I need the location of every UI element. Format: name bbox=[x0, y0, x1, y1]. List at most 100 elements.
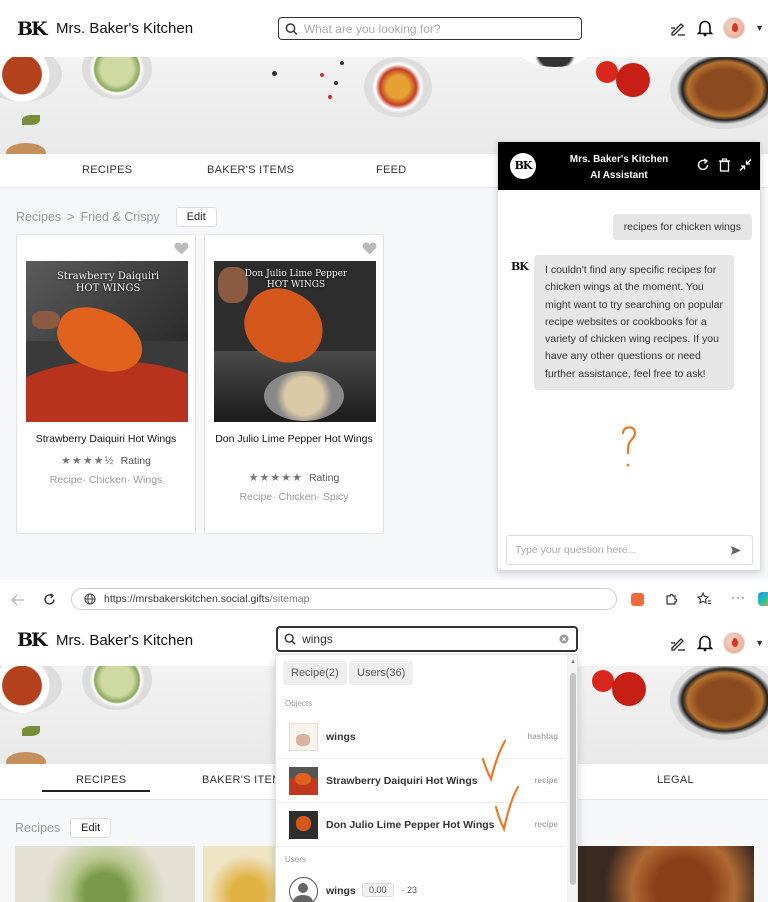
heart-icon[interactable] bbox=[174, 242, 189, 255]
user-avatar[interactable] bbox=[723, 632, 746, 654]
user-result-name[interactable]: wings bbox=[326, 885, 356, 897]
checkmark-annotation bbox=[494, 785, 520, 833]
bell-icon[interactable] bbox=[697, 634, 714, 652]
chat-brand-logo: BK bbox=[510, 153, 536, 179]
user-result-avatar[interactable] bbox=[289, 877, 318, 902]
recipe-rating: ★★★★★ Rating bbox=[205, 471, 383, 484]
chat-title-line1: Mrs. Baker's Kitchen bbox=[569, 154, 669, 165]
result-type: recipe bbox=[534, 776, 558, 785]
nav-legal[interactable]: LEGAL bbox=[657, 774, 694, 786]
refresh-icon[interactable] bbox=[696, 158, 710, 172]
rating-label: Rating bbox=[120, 455, 151, 467]
recipe-tags: Recipe· Chicken· Spicy bbox=[239, 491, 349, 503]
clear-icon[interactable] bbox=[559, 634, 569, 644]
recipe-thumbnail[interactable] bbox=[15, 846, 195, 902]
search-result-hashtag[interactable]: wings hashtag bbox=[276, 715, 566, 759]
bot-avatar-logo: BK bbox=[511, 260, 529, 273]
recipe-thumbnail bbox=[289, 811, 318, 839]
hero-banner bbox=[0, 57, 768, 154]
star-rating: ★★★★★ bbox=[248, 472, 303, 484]
chat-controls bbox=[696, 158, 752, 172]
search-box[interactable] bbox=[278, 17, 582, 40]
user-score-badge: 0.00 bbox=[362, 883, 394, 897]
recipe-thumbnail[interactable] bbox=[203, 846, 277, 902]
search-box[interactable] bbox=[276, 626, 578, 652]
edit-button[interactable]: Edit bbox=[70, 818, 112, 838]
more-options-icon[interactable]: ··· bbox=[731, 590, 746, 604]
recipe-thumbnail[interactable] bbox=[578, 846, 754, 902]
edit-pencil-icon[interactable] bbox=[669, 634, 687, 652]
brand-logo[interactable]: BK bbox=[17, 629, 48, 651]
brand-name[interactable]: Mrs. Baker's Kitchen bbox=[56, 632, 193, 649]
recipe-photo[interactable]: Strawberry Daiquiri HOT WINGS bbox=[26, 261, 188, 422]
breadcrumb-root[interactable]: Recipes bbox=[16, 210, 61, 224]
nav-bakers-items[interactable]: BAKER'S ITEMS bbox=[207, 164, 294, 176]
nav-recipes[interactable]: RECIPES bbox=[76, 774, 126, 786]
extension-icon[interactable] bbox=[631, 593, 644, 606]
search-icon bbox=[285, 22, 298, 35]
active-tab-underline bbox=[42, 790, 150, 792]
collapse-icon[interactable] bbox=[739, 158, 752, 172]
result-label: Don Julio Lime Pepper Hot Wings bbox=[326, 819, 495, 831]
nav-feed[interactable]: FEED bbox=[376, 164, 407, 176]
recipe-rating: ★★★★½ Rating bbox=[17, 454, 195, 467]
user-message: recipes for chicken wings bbox=[612, 214, 752, 240]
browser-toolbar: https://mrsbakerskitchen.social.gifts/si… bbox=[0, 586, 768, 614]
recipe-thumbnail bbox=[289, 767, 318, 795]
nav-recipes[interactable]: RECIPES bbox=[82, 164, 132, 176]
send-icon[interactable] bbox=[730, 545, 742, 556]
dropdown-scrollbar[interactable]: ▲ bbox=[567, 655, 577, 902]
user-avatar[interactable] bbox=[723, 17, 746, 39]
result-label: Strawberry Daiquiri Hot Wings bbox=[326, 775, 478, 787]
address-bar[interactable]: https://mrsbakerskitchen.social.gifts/si… bbox=[71, 588, 617, 610]
ai-assistant-chat: BK Mrs. Baker's Kitchen AI Assistant rec… bbox=[497, 141, 761, 571]
back-arrow-icon[interactable] bbox=[11, 594, 25, 606]
chat-input[interactable] bbox=[515, 544, 715, 556]
scrollbar-thumb[interactable] bbox=[570, 673, 576, 885]
url-host: https://mrsbakerskitchen.social.gifts bbox=[104, 593, 270, 605]
reload-icon[interactable] bbox=[43, 593, 56, 606]
recipe-photo[interactable]: Don Julio Lime Pepper HOT WINGS bbox=[214, 261, 376, 422]
edit-button[interactable]: Edit bbox=[175, 207, 217, 227]
brand-logo[interactable]: BK bbox=[17, 18, 48, 40]
result-label: wings bbox=[326, 731, 356, 743]
search-result-recipe[interactable]: Don Julio Lime Pepper Hot Wings recipe bbox=[276, 803, 566, 847]
search-input[interactable] bbox=[303, 21, 581, 36]
bell-icon[interactable] bbox=[697, 19, 714, 37]
chevron-down-icon[interactable]: ▼ bbox=[755, 23, 764, 33]
search-input[interactable] bbox=[302, 632, 559, 646]
heart-icon[interactable] bbox=[362, 242, 377, 255]
user-follower-count: · 23 bbox=[401, 885, 418, 895]
brand-name[interactable]: Mrs. Baker's Kitchen bbox=[56, 20, 193, 37]
copilot-icon[interactable] bbox=[758, 592, 768, 606]
recipe-title[interactable]: Don Julio Lime Pepper Hot Wings bbox=[213, 431, 375, 448]
puzzle-icon[interactable] bbox=[664, 592, 678, 606]
header-actions: ▼ bbox=[669, 17, 764, 39]
hashtag-thumbnail bbox=[289, 723, 318, 751]
favorites-icon[interactable] bbox=[697, 592, 712, 606]
top-screenshot: BK Mrs. Baker's Kitchen ▼ RECIPES BAKER'… bbox=[0, 0, 768, 580]
search-results-dropdown: Recipe(2) Users(36) Objects wings hashta… bbox=[275, 654, 578, 902]
chat-header: BK Mrs. Baker's Kitchen AI Assistant bbox=[498, 142, 760, 190]
app-header: BK Mrs. Baker's Kitchen ▼ bbox=[0, 0, 768, 57]
recipe-card[interactable]: Strawberry Daiquiri HOT WINGS Strawberry… bbox=[16, 234, 196, 534]
tab-recipe-results[interactable]: Recipe(2) bbox=[283, 661, 347, 685]
photo-overlay-text: Strawberry Daiquiri HOT WINGS bbox=[56, 271, 160, 294]
trash-icon[interactable] bbox=[718, 158, 731, 172]
recipes-heading: Recipes bbox=[15, 821, 61, 835]
edit-pencil-icon[interactable] bbox=[669, 19, 687, 37]
result-type: recipe bbox=[534, 820, 558, 829]
chevron-down-icon[interactable]: ▼ bbox=[755, 638, 764, 648]
chat-input-box[interactable] bbox=[506, 535, 753, 565]
recipe-tags: Recipe· Chicken· Wings bbox=[49, 474, 163, 486]
bot-message: I couldn't find any specific recipes for… bbox=[534, 255, 734, 391]
search-result-recipe[interactable]: Strawberry Daiquiri Hot Wings recipe bbox=[276, 759, 566, 803]
url-path: /sitemap bbox=[269, 593, 310, 605]
objects-section-label: Objects bbox=[285, 699, 313, 708]
tab-user-results[interactable]: Users(36) bbox=[349, 661, 414, 685]
recipe-title[interactable]: Strawberry Daiquiri Hot Wings bbox=[25, 431, 187, 448]
search-icon bbox=[284, 633, 296, 645]
star-rating: ★★★★½ bbox=[61, 455, 115, 467]
recipe-card[interactable]: Don Julio Lime Pepper HOT WINGS Don Juli… bbox=[204, 234, 384, 534]
recipes-heading-row: Recipes Edit bbox=[15, 818, 112, 838]
